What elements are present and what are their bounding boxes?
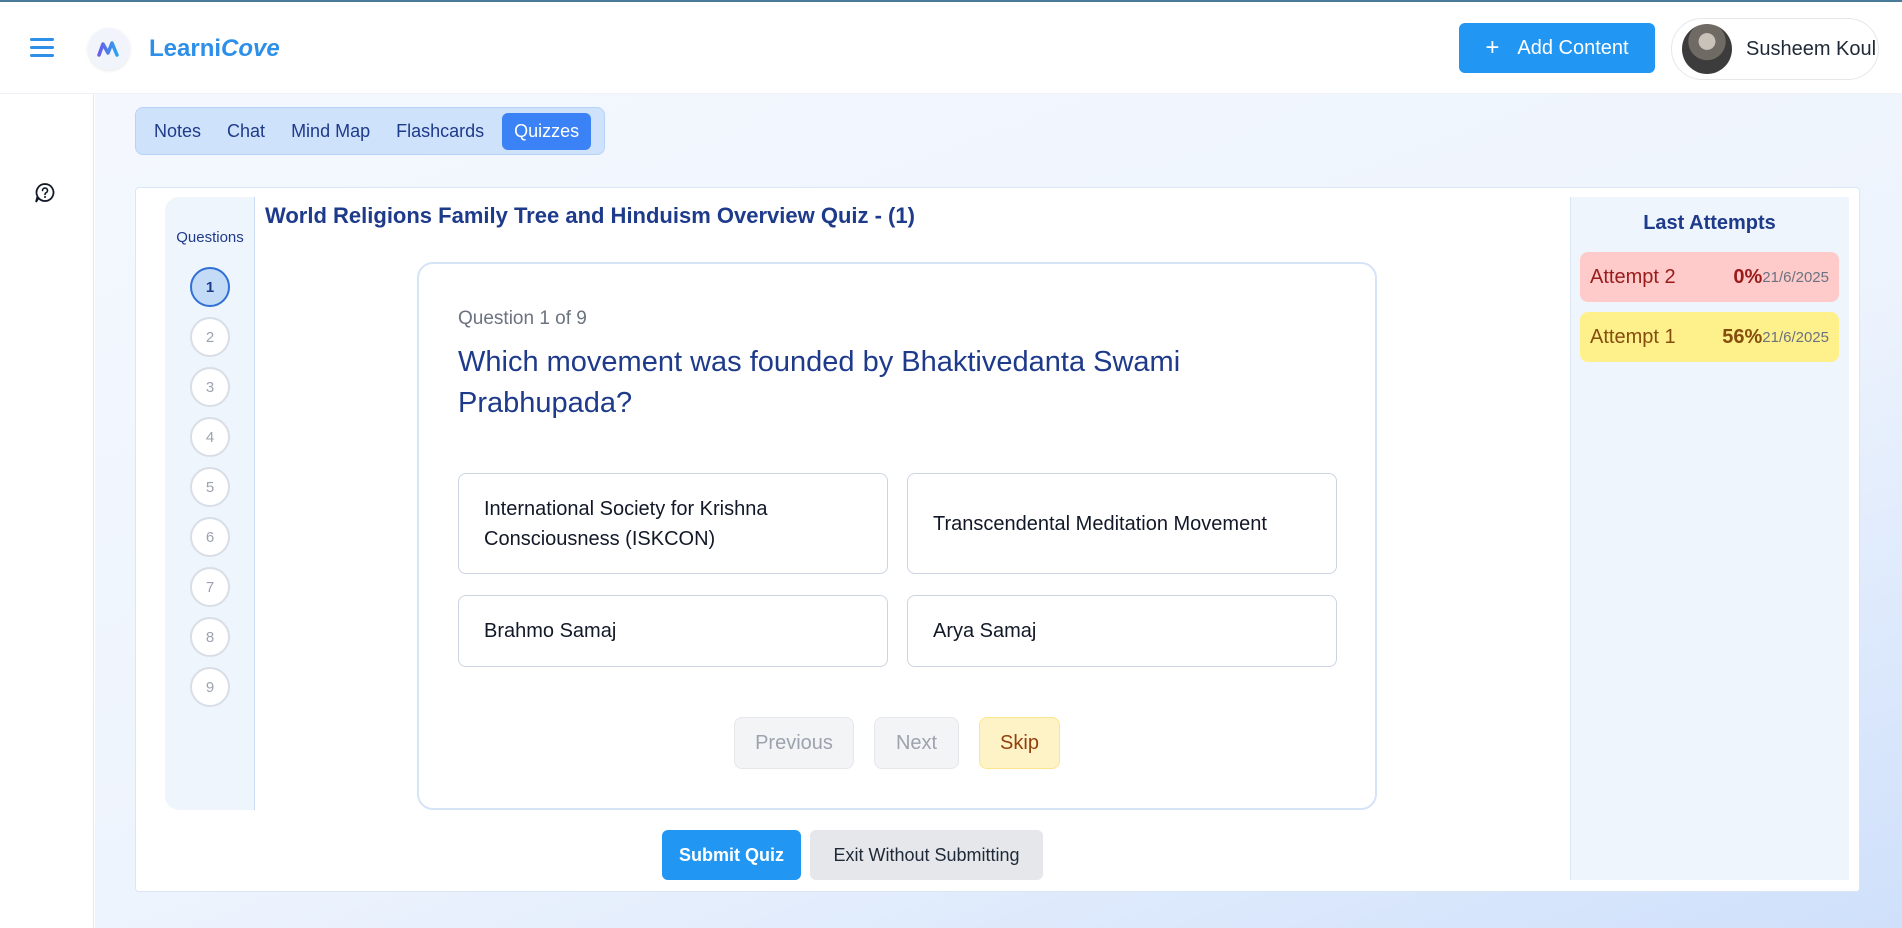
question-counter: Question 1 of 9 (458, 308, 587, 329)
answer-option-2[interactable]: Transcendental Meditation Movement (907, 473, 1337, 574)
brand-name-first: Learni (149, 35, 222, 62)
avatar (1682, 24, 1732, 74)
left-rail (0, 94, 94, 928)
attempt-name: Attempt 2 (1590, 265, 1676, 288)
brand-logo-icon[interactable] (88, 28, 130, 70)
question-text: Which movement was founded by Bhaktiveda… (458, 346, 1181, 419)
plus-icon: + (1485, 34, 1500, 61)
attempt-score: 0% (1733, 265, 1763, 288)
add-content-label: Add Content (1517, 36, 1629, 59)
question-number-5[interactable]: 5 (190, 467, 230, 507)
attempt-date: 21/6/2025 (1762, 328, 1829, 346)
user-profile-chip[interactable]: Susheem Koul (1671, 18, 1879, 80)
question-number-2[interactable]: 2 (190, 317, 230, 357)
quiz-title: World Religions Family Tree and Hinduism… (265, 203, 915, 228)
tab-chat[interactable]: Chat (215, 113, 277, 150)
question-number-9[interactable]: 9 (190, 667, 230, 707)
app-header: LearniCove + Add Content Susheem Koul (0, 2, 1902, 94)
attempt-date: 21/6/2025 (1762, 268, 1829, 286)
question-number-1[interactable]: 1 (190, 267, 230, 307)
exit-without-submitting-button[interactable]: Exit Without Submitting (810, 830, 1043, 880)
question-number-8[interactable]: 8 (190, 617, 230, 657)
question-number-7[interactable]: 7 (190, 567, 230, 607)
tab-quizzes[interactable]: Quizzes (502, 112, 592, 150)
attempt-item-2[interactable]: Attempt 2 0% 21/6/2025 (1580, 252, 1839, 302)
question-number-3[interactable]: 3 (190, 367, 230, 407)
skip-button[interactable]: Skip (979, 717, 1060, 769)
hamburger-menu-icon[interactable] (30, 38, 54, 58)
tab-mind-map[interactable]: Mind Map (279, 113, 382, 150)
question-sidebar: Questions 1 2 3 4 5 6 7 8 9 (165, 197, 255, 810)
user-name: Susheem Koul (1746, 37, 1877, 60)
attempt-item-1[interactable]: Attempt 1 56% 21/6/2025 (1580, 312, 1839, 362)
brand-name[interactable]: LearniCove (149, 35, 280, 63)
tab-flashcards[interactable]: Flashcards (384, 113, 496, 150)
question-number-6[interactable]: 6 (190, 517, 230, 557)
previous-button[interactable]: Previous (734, 717, 854, 769)
chat-question-icon[interactable] (34, 182, 56, 204)
last-attempts-title: Last Attempts (1643, 212, 1776, 234)
answer-option-3-label: Brahmo Samaj (484, 620, 617, 642)
answer-option-1-label: International Society for Krishna Consci… (484, 497, 768, 550)
answer-option-2-label: Transcendental Meditation Movement (933, 512, 1267, 535)
question-number-4[interactable]: 4 (190, 417, 230, 457)
answer-option-4[interactable]: Arya Samaj (907, 595, 1337, 667)
submit-quiz-button[interactable]: Submit Quiz (662, 830, 801, 880)
tab-notes[interactable]: Notes (142, 113, 213, 150)
content-tabs: Notes Chat Mind Map Flashcards Quizzes (135, 107, 605, 155)
answer-option-1[interactable]: International Society for Krishna Consci… (458, 473, 888, 574)
questions-label: Questions (176, 229, 244, 246)
next-button[interactable]: Next (874, 717, 959, 769)
add-content-button[interactable]: + Add Content (1459, 23, 1655, 73)
answer-option-4-label: Arya Samaj (933, 620, 1037, 642)
attempt-score: 56% (1722, 325, 1763, 348)
answer-option-3[interactable]: Brahmo Samaj (458, 595, 888, 667)
attempt-name: Attempt 1 (1590, 325, 1676, 348)
brand-name-second: Cove (221, 35, 280, 62)
